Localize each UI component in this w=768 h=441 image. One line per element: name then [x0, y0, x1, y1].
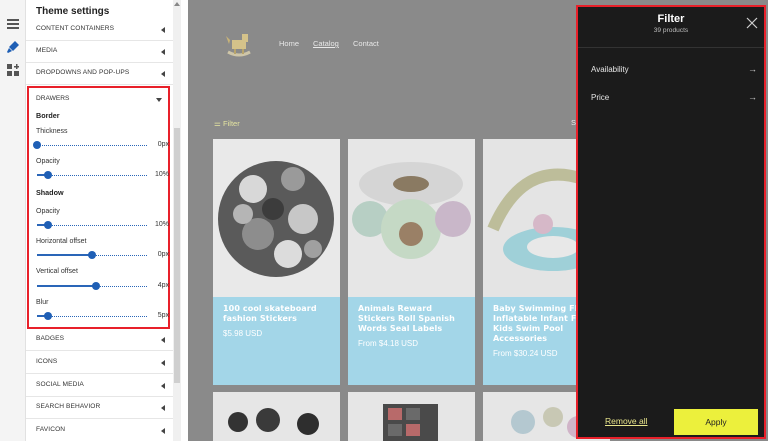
product-info: Animals Reward Stickers Roll Spanish Wor… — [348, 297, 475, 385]
theme-settings-brush-icon[interactable] — [6, 40, 20, 54]
border-opacity-slider[interactable] — [37, 171, 147, 179]
slider-handle[interactable] — [44, 221, 52, 229]
nav-home[interactable]: Home — [279, 39, 299, 48]
slider-label: Opacity — [36, 208, 60, 215]
product-info: 100 cool skateboard fashion Stickers $5.… — [213, 297, 340, 385]
setting-group-label: CONTENT CONTAINERS — [36, 25, 115, 32]
product-card[interactable]: Animals Reward Stickers Roll Spanish Wor… — [348, 139, 475, 385]
product-card[interactable] — [348, 392, 475, 441]
close-icon[interactable] — [746, 17, 758, 29]
filter-button-label: Filter — [222, 119, 240, 128]
setting-group-label: SOCIAL MEDIA — [36, 381, 84, 388]
chevron-down-icon[interactable] — [156, 98, 162, 102]
product-price: From $4.18 USD — [358, 339, 419, 348]
product-title[interactable]: 100 cool skateboard fashion Stickers — [223, 304, 330, 324]
setting-group-content-containers[interactable]: CONTENT CONTAINERS — [26, 19, 174, 41]
sections-icon[interactable] — [6, 17, 20, 31]
drawer-title: Filter — [657, 13, 685, 25]
border-heading: Border — [36, 111, 60, 120]
slider-label: Thickness — [36, 128, 68, 135]
panel-title: Theme settings — [36, 6, 110, 17]
scrollbar-thumb[interactable] — [174, 128, 180, 383]
slider-value: 4px — [157, 282, 169, 289]
slider-value: 0px — [157, 251, 169, 258]
setting-group-label: FAVICON — [36, 426, 66, 433]
setting-group-label: BADGES — [36, 335, 65, 342]
setting-group-label[interactable]: DRAWERS — [36, 95, 69, 102]
filter-sliders-icon: ⚌ — [214, 119, 221, 128]
setting-group-search-behavior[interactable]: SEARCH BEHAVIOR — [26, 397, 174, 419]
chevron-left-icon — [161, 428, 165, 434]
setting-group-icons[interactable]: ICONS — [26, 352, 174, 374]
slider-handle[interactable] — [44, 171, 52, 179]
filter-availability[interactable]: Availability — [591, 65, 629, 74]
setting-group-label: SEARCH BEHAVIOR — [36, 403, 101, 410]
chevron-left-icon — [161, 383, 165, 389]
remove-all-link[interactable]: Remove all — [605, 416, 648, 426]
setting-group-label: DROPDOWNS AND POP-UPS — [36, 69, 130, 76]
store-logo[interactable] — [222, 28, 256, 60]
border-thickness-slider[interactable] — [33, 141, 147, 149]
apply-button[interactable]: Apply — [674, 409, 758, 435]
filter-drawer: Filter 39 products Availability → Price … — [576, 5, 766, 439]
shadow-vertical-offset-slider[interactable] — [37, 282, 147, 290]
product-title[interactable]: Animals Reward Stickers Roll Spanish Wor… — [358, 304, 465, 334]
nav-contact[interactable]: Contact — [353, 39, 379, 48]
chevron-left-icon — [161, 27, 165, 33]
setting-group-social-media[interactable]: SOCIAL MEDIA — [26, 375, 174, 397]
slider-value: 10% — [154, 221, 169, 228]
filter-price[interactable]: Price — [591, 93, 609, 102]
editor-icon-rail — [0, 0, 26, 441]
chevron-left-icon — [161, 337, 165, 343]
chevron-left-icon — [161, 49, 165, 55]
slider-handle[interactable] — [44, 312, 52, 320]
chevron-left-icon — [161, 405, 165, 411]
setting-group-badges[interactable]: BADGES — [26, 329, 174, 351]
slider-handle[interactable] — [92, 282, 101, 290]
scroll-up-arrow-icon[interactable] — [174, 2, 180, 6]
divider — [578, 47, 764, 48]
slider-handle[interactable] — [33, 141, 41, 149]
slider-value: 0px — [157, 141, 169, 148]
apps-add-icon[interactable] — [6, 63, 20, 77]
nav-catalog[interactable]: Catalog — [313, 39, 339, 48]
apply-button-label: Apply — [705, 417, 727, 427]
product-card[interactable] — [213, 392, 340, 441]
product-price: $5.98 USD — [223, 329, 263, 338]
product-count: 39 products — [653, 27, 689, 34]
arrow-right-icon[interactable]: → — [748, 64, 757, 74]
slider-handle[interactable] — [88, 251, 96, 259]
sidebar-scrollbar[interactable] — [173, 0, 181, 441]
product-image-reward-stickers — [348, 139, 475, 297]
shadow-blur-slider[interactable] — [37, 312, 147, 320]
filter-button[interactable]: ⚌ Filter — [214, 119, 240, 128]
slider-value: 10% — [154, 171, 169, 178]
slider-value: 5px — [157, 312, 169, 319]
setting-group-favicon[interactable]: FAVICON — [26, 420, 174, 441]
product-image — [348, 392, 475, 441]
product-card[interactable]: 100 cool skateboard fashion Stickers $5.… — [213, 139, 340, 385]
product-image-stickers — [213, 139, 340, 297]
slider-label: Blur — [36, 299, 49, 306]
shadow-horizontal-offset-slider[interactable] — [37, 251, 147, 259]
setting-group-label: ICONS — [36, 358, 58, 365]
slider-label: Vertical offset — [36, 268, 78, 275]
slider-label: Horizontal offset — [36, 238, 87, 245]
shadow-heading: Shadow — [36, 188, 64, 197]
chevron-left-icon — [161, 360, 165, 366]
setting-group-label: MEDIA — [36, 47, 58, 54]
setting-group-dropdowns[interactable]: DROPDOWNS AND POP-UPS — [26, 63, 174, 85]
drawers-settings-group: DRAWERS Border Thickness 0px Opacity 10%… — [27, 86, 170, 329]
product-image — [213, 392, 340, 441]
slider-label: Opacity — [36, 158, 60, 165]
arrow-right-icon[interactable]: → — [748, 92, 757, 102]
setting-group-media[interactable]: MEDIA — [26, 41, 174, 63]
shadow-opacity-slider[interactable] — [37, 221, 147, 229]
chevron-left-icon — [161, 71, 165, 77]
